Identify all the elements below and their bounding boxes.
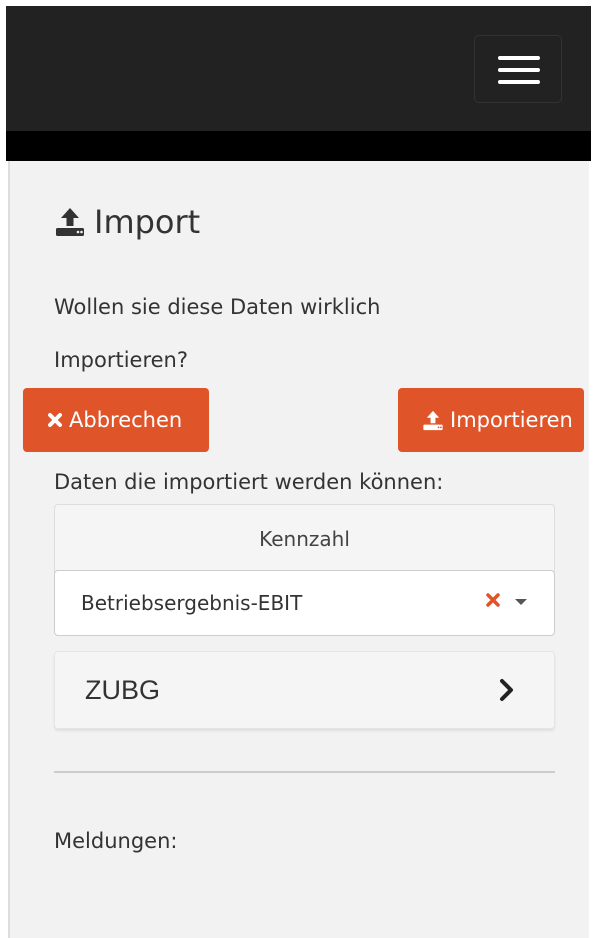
zubg-label: ZUBG <box>85 674 161 705</box>
importable-data-label: Daten die importiert werden können: <box>54 470 444 494</box>
chevron-right-icon <box>500 679 513 701</box>
confirm-question-line1: Wollen sie diese Daten wirklich <box>54 295 381 319</box>
main-content: Import Wollen sie diese Daten wirklich I… <box>8 161 589 938</box>
page-title: Import <box>54 203 200 241</box>
close-icon <box>48 413 62 427</box>
import-button[interactable]: Importieren <box>398 388 584 452</box>
upload-icon <box>423 410 443 430</box>
navbar <box>6 6 591 131</box>
page-title-text: Import <box>94 203 201 241</box>
zubg-list-item[interactable]: ZUBG <box>54 651 555 729</box>
import-button-label: Importieren <box>450 408 573 432</box>
messages-label: Meldungen: <box>54 829 178 853</box>
navbar-bottom-band <box>6 131 591 161</box>
kennzahl-header: Kennzahl <box>54 504 555 572</box>
cancel-button-label: Abbrechen <box>69 408 183 432</box>
menu-toggle-button[interactable] <box>474 35 562 103</box>
section-divider <box>54 771 555 773</box>
kennzahl-select[interactable]: Betriebsergebnis-EBIT <box>54 570 555 636</box>
kennzahl-select-value: Betriebsergebnis-EBIT <box>81 591 303 615</box>
upload-icon <box>56 208 84 236</box>
confirm-question-line2: Importieren? <box>54 348 188 372</box>
clear-x-icon[interactable] <box>485 592 501 608</box>
caret-down-icon[interactable] <box>515 599 527 605</box>
cancel-button[interactable]: Abbrechen <box>23 388 209 452</box>
